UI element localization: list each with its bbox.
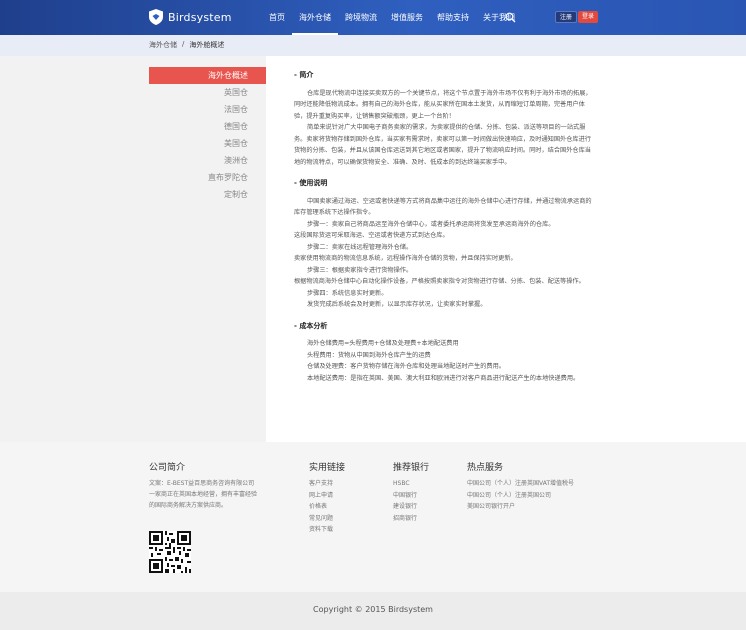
footer-banks-list: HSBC 中国银行 建设银行 招商银行 — [393, 478, 417, 524]
usage-step-1: 步骤一：卖家自己将商品运至海外仓储中心，或者委托承运商将货发至承运商海外的仓库。 — [307, 220, 555, 228]
top-header: Birdsystem 首页 海外仓储 跨境物流 增值服务 帮助支持 关于我们 注… — [0, 0, 746, 35]
breadcrumb-bar: 海外仓储 / 海外舱概述 — [0, 35, 746, 56]
sidebar-item-usa[interactable]: 美国仓 — [149, 135, 266, 152]
qr-code-icon — [149, 531, 191, 573]
usage-step-2: 步骤二：卖家在线远程管理海外仓储。 — [307, 243, 413, 251]
sidebar: 海外仓概述 英国仓 法国仓 德国仓 美国仓 澳洲仓 直布罗陀仓 定制仓 — [149, 67, 266, 203]
section-title-usage: - 使用说明 — [294, 179, 328, 187]
usage-section: - 使用说明 中国卖家通过海运、空运或者快递等方式将商品集中运往的海外仓储中心进… — [294, 178, 597, 311]
intro-paragraph-1: 仓库是现代物流中连接买卖双方的一个关键节点，将这个节点置于海外市场不仅有利于海外… — [294, 89, 592, 120]
footer-service-us-bank[interactable]: 美国公司银行开户 — [467, 501, 574, 513]
intro-section: - 简介 仓库是现代物流中连接买卖双方的一个关键节点，将这个节点置于海外市场不仅… — [294, 70, 597, 168]
nav-cross-border-logistics[interactable]: 跨境物流 — [338, 0, 384, 35]
footer-bank-boc[interactable]: 中国银行 — [393, 490, 417, 502]
footer-company-text: 文案：E-BEST益百思商务咨询有限公司一家商正在英国本地经营，拥有丰富经验的国… — [149, 480, 258, 509]
footer-banks-title: 推荐银行 — [393, 463, 430, 473]
sidebar-item-france[interactable]: 法国仓 — [149, 101, 266, 118]
usage-step-3: 步骤三：根据卖家指令进行货物操作。 — [307, 266, 413, 274]
cost-line-4: 本地配送费用：是指在英国、美国、澳大利亚和欧洲进行对客户商品进行配送产生的本地快… — [307, 374, 580, 382]
footer-link-customer-support[interactable]: 客户支持 — [309, 478, 333, 490]
cost-line-1: 海外仓储费用=头程费用+仓储及处理费+本地配送费用 — [307, 340, 459, 347]
breadcrumb-current: 海外舱概述 — [189, 41, 225, 49]
footer-link-price-list[interactable]: 价格表 — [309, 501, 333, 513]
footer-link-online-application[interactable]: 网上申请 — [309, 490, 333, 502]
footer-company-title: 公司简介 — [149, 463, 186, 473]
breadcrumb-separator: / — [182, 40, 185, 48]
footer-link-downloads[interactable]: 资料下载 — [309, 524, 333, 536]
logo[interactable]: Birdsystem — [149, 9, 232, 25]
footer-link-faq[interactable]: 常见问题 — [309, 513, 333, 525]
sidebar-item-uk[interactable]: 英国仓 — [149, 84, 266, 101]
logo-text: Birdsystem — [168, 10, 232, 24]
cost-line-2: 头程费用：货物从中国到海外仓库产生的运费 — [307, 351, 431, 359]
usage-step-1-detail: 这段国际货运可采取海运、空运或者快递方式到达仓库。 — [294, 232, 449, 239]
breadcrumb-parent[interactable]: 海外仓储 — [149, 40, 177, 50]
footer-bank-ccb[interactable]: 建设银行 — [393, 501, 417, 513]
usage-paragraph: 中国卖家通过海运、空运或者快递等方式将商品集中运往的海外仓储中心进行存储，并通过… — [294, 197, 592, 217]
sidebar-item-australia[interactable]: 澳洲仓 — [149, 152, 266, 169]
login-button[interactable]: 登录 — [578, 11, 599, 23]
section-title-intro: - 简介 — [294, 71, 314, 79]
intro-paragraph-2: 简单来说针对广大中国电子商务卖家的需求，为卖家提供的仓储、分拣、包装、派送等项目… — [294, 124, 591, 166]
sidebar-item-germany[interactable]: 德国仓 — [149, 118, 266, 135]
footer: 公司简介 文案：E-BEST益百思商务咨询有限公司一家商正在英国本地经营，拥有丰… — [0, 442, 746, 592]
copyright-text: Copyright © 2015 Birdsystem — [313, 605, 433, 614]
nav-value-added-services[interactable]: 增值服务 — [384, 0, 430, 35]
nav-home[interactable]: 首页 — [262, 0, 292, 35]
main-content: - 简介 仓库是现代物流中连接买卖双方的一个关键节点，将这个节点置于海外市场不仅… — [294, 70, 597, 394]
footer-bank-hsbc[interactable]: HSBC — [393, 478, 417, 490]
nav-help-support[interactable]: 帮助支持 — [430, 0, 476, 35]
section-title-cost: - 成本分析 — [294, 321, 328, 330]
shield-logo-icon — [149, 9, 163, 25]
footer-services-list: 中国公司（个人）注册英国VAT增值税号 中国公司（个人）注册英国公司 美国公司银… — [467, 478, 574, 513]
footer-links-title: 实用链接 — [309, 463, 346, 473]
usage-step-4-detail: 发货完成后系统会及时更新，以显示库存状况，让卖家实时掌握。 — [307, 301, 487, 308]
usage-step-2-detail: 卖家使用物流商的物流信息系统，远程操作海外仓储的货物，并且保持实时更新。 — [294, 255, 517, 262]
breadcrumb: 海外仓储 / 海外舱概述 — [149, 40, 224, 50]
footer-bank-cmb[interactable]: 招商银行 — [393, 513, 417, 525]
footer-service-vat[interactable]: 中国公司（个人）注册英国VAT增值税号 — [467, 478, 574, 490]
sidebar-item-overview[interactable]: 海外仓概述 — [149, 67, 266, 84]
footer-links-list: 客户支持 网上申请 价格表 常见问题 资料下载 — [309, 478, 333, 536]
footer-services-title: 热点服务 — [467, 463, 504, 473]
usage-step-4: 步骤四：系统信息实时更新。 — [307, 289, 388, 297]
search-icon[interactable] — [505, 12, 516, 23]
cost-line-3: 仓储及处理费：客户货物存储在海外仓库和处理当地配送时产生的费用。 — [307, 363, 505, 370]
cost-section: - 成本分析 海外仓储费用=头程费用+仓储及处理费+本地配送费用 头程费用：货物… — [294, 321, 597, 385]
usage-step-3-detail: 根据物流商海外仓储中心自动化操作设备，严格按照卖家指令对货物进行存储、分拣、包装… — [294, 278, 585, 285]
main-nav: 首页 海外仓储 跨境物流 增值服务 帮助支持 关于我们 — [262, 0, 522, 35]
copyright-bar: Copyright © 2015 Birdsystem — [0, 592, 746, 630]
nav-overseas-warehouse[interactable]: 海外仓储 — [292, 0, 338, 35]
register-button[interactable]: 注册 — [555, 11, 578, 23]
footer-service-uk-company[interactable]: 中国公司（个人）注册英国公司 — [467, 490, 574, 502]
sidebar-item-gibraltar[interactable]: 直布罗陀仓 — [149, 169, 266, 186]
sidebar-item-custom[interactable]: 定制仓 — [149, 186, 266, 203]
